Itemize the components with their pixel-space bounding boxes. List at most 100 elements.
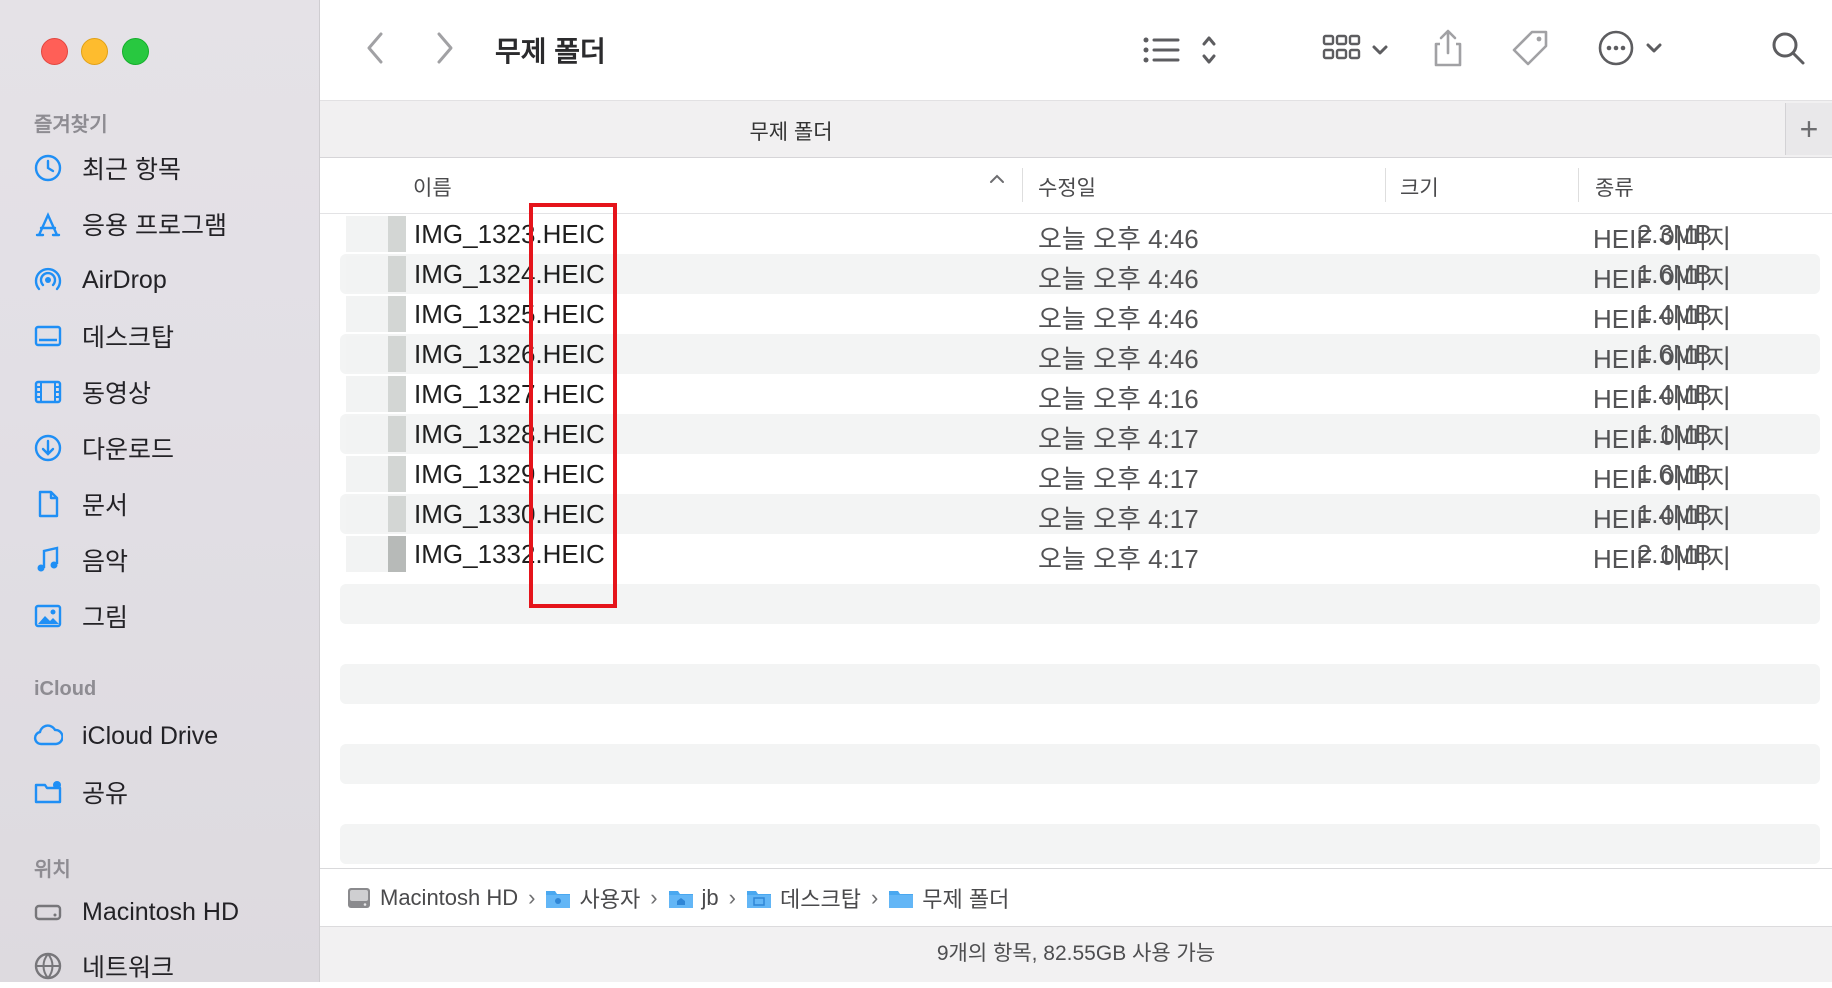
- sidebar-item-applications[interactable]: 응용 프로그램: [30, 202, 310, 246]
- tag-icon: [1512, 30, 1548, 66]
- sidebar-item-downloads[interactable]: 다운로드: [30, 426, 310, 470]
- sidebar-item-music[interactable]: 음악: [30, 538, 310, 582]
- file-date: 오늘 오후 4:17: [1038, 464, 1199, 494]
- file-row[interactable]: IMG_1324.HEIC 오늘 오후 4:46 1.6MB HEIF 이미지: [340, 254, 1820, 294]
- file-thumbnail: [346, 376, 406, 412]
- sidebar-item-icloud-drive[interactable]: iCloud Drive: [30, 714, 310, 758]
- sidebar-item-documents[interactable]: 문서: [30, 482, 310, 526]
- search-button[interactable]: [1768, 28, 1808, 68]
- column-header-size[interactable]: 크기: [1400, 172, 1439, 202]
- empty-row-stripe: [340, 664, 1820, 704]
- file-kind: HEIF 이미지: [1593, 264, 1732, 294]
- folder-icon: [546, 890, 571, 908]
- sidebar-item-shared[interactable]: 공유: [30, 770, 310, 814]
- file-thumbnail: [346, 336, 406, 372]
- sidebar-item-label: 최근 항목: [82, 156, 181, 184]
- path-separator-icon: ›: [870, 884, 879, 910]
- file-date: 오늘 오후 4:16: [1038, 384, 1199, 414]
- sidebar-item-label: 네트워크: [82, 954, 175, 982]
- file-kind: HEIF 이미지: [1593, 464, 1732, 494]
- file-date: 오늘 오후 4:46: [1038, 304, 1199, 334]
- path-label: 무제 폴더: [922, 886, 1010, 912]
- column-header: 이름 수정일 크기 종류: [320, 158, 1832, 214]
- path-separator-icon: ›: [528, 884, 536, 910]
- status-bar: 9개의 항목, 82.55GB 사용 가능: [320, 926, 1832, 982]
- column-header-modified[interactable]: 수정일: [1038, 172, 1096, 202]
- sidebar-item-macintosh-hd[interactable]: Macintosh HD: [30, 890, 310, 934]
- file-name: IMG_1328.HEIC: [414, 419, 605, 449]
- file-kind: HEIF 이미지: [1593, 544, 1732, 574]
- sidebar-item-movies[interactable]: 동영상: [30, 370, 310, 414]
- cloud-icon: [30, 718, 66, 754]
- minimize-window-button[interactable]: [81, 38, 108, 65]
- file-name: IMG_1327.HEIC: [414, 379, 605, 409]
- view-options-button[interactable]: [1142, 30, 1222, 70]
- sidebar-item-label: 데스크탑: [82, 324, 175, 352]
- sidebar-item-airdrop[interactable]: AirDrop: [30, 258, 310, 302]
- path-item-users[interactable]: 사용자: [545, 882, 640, 914]
- sidebar-item-label: 응용 프로그램: [82, 212, 227, 240]
- sidebar-item-recents[interactable]: 최근 항목: [30, 146, 310, 190]
- download-icon: [30, 430, 66, 466]
- file-kind: HEIF 이미지: [1593, 424, 1732, 454]
- file-row[interactable]: IMG_1327.HEIC 오늘 오후 4:16 1.4MB HEIF 이미지: [340, 374, 1820, 414]
- file-row[interactable]: IMG_1330.HEIC 오늘 오후 4:17 1.4MB HEIF 이미지: [340, 494, 1820, 534]
- path-label: 사용자: [579, 886, 641, 912]
- file-row[interactable]: IMG_1329.HEIC 오늘 오후 4:17 1.6MB HEIF 이미지: [340, 454, 1820, 494]
- grid-icon: [1322, 34, 1388, 60]
- file-name: IMG_1329.HEIC: [414, 459, 605, 489]
- share-button[interactable]: [1430, 26, 1466, 70]
- disk-icon: [30, 894, 66, 930]
- column-header-kind[interactable]: 종류: [1595, 172, 1634, 202]
- file-thumbnail: [346, 416, 406, 452]
- back-button[interactable]: [360, 30, 390, 66]
- path-item-home[interactable]: jb: [668, 885, 719, 911]
- path-item-macintosh-hd[interactable]: Macintosh HD: [346, 885, 518, 911]
- sidebar-item-label: 음악: [82, 548, 129, 576]
- clock-icon: [30, 150, 66, 186]
- path-item-current-folder[interactable]: 무제 폴더: [888, 882, 1009, 914]
- column-divider[interactable]: [1578, 168, 1579, 202]
- file-row[interactable]: IMG_1326.HEIC 오늘 오후 4:46 1.6MB HEIF 이미지: [340, 334, 1820, 374]
- more-actions-button[interactable]: [1596, 28, 1668, 68]
- sidebar-item-pictures[interactable]: 그림: [30, 594, 310, 638]
- path-label: jb: [701, 884, 719, 910]
- file-kind: HEIF 이미지: [1593, 304, 1732, 334]
- tab-folder[interactable]: 무제 폴더: [35, 116, 1547, 146]
- column-divider[interactable]: [1022, 168, 1023, 202]
- file-row[interactable]: IMG_1325.HEIC 오늘 오후 4:46 1.4MB HEIF 이미지: [340, 294, 1820, 334]
- group-button[interactable]: [1322, 30, 1394, 70]
- file-thumbnail: [346, 296, 406, 332]
- chevron-right-icon: [437, 32, 453, 64]
- sidebar-section-icloud: iCloud: [34, 678, 97, 700]
- fullscreen-window-button[interactable]: [122, 38, 149, 65]
- sidebar-item-desktop[interactable]: 데스크탑: [30, 314, 310, 358]
- new-tab-button[interactable]: +: [1785, 103, 1832, 155]
- sidebar-item-label: 다운로드: [82, 436, 175, 464]
- file-row[interactable]: IMG_1332.HEIC 오늘 오후 4:17 2.1MB HEIF 이미지: [340, 534, 1820, 574]
- ellipsis-circle-icon: [1598, 30, 1662, 66]
- path-item-desktop[interactable]: 데스크탑: [746, 882, 861, 914]
- file-name: IMG_1332.HEIC: [414, 539, 605, 569]
- film-icon: [30, 374, 66, 410]
- photo-icon: [30, 598, 66, 634]
- column-divider[interactable]: [1385, 168, 1386, 202]
- file-date: 오늘 오후 4:17: [1038, 424, 1199, 454]
- file-thumbnail: [346, 256, 406, 292]
- file-name: IMG_1326.HEIC: [414, 339, 605, 369]
- file-row[interactable]: IMG_1323.HEIC 오늘 오후 4:46 2.3MB HEIF 이미지: [340, 214, 1820, 254]
- file-kind: HEIF 이미지: [1593, 384, 1732, 414]
- shared-folder-icon: [30, 774, 66, 810]
- sidebar-item-network[interactable]: 네트워크: [30, 944, 310, 988]
- close-window-button[interactable]: [41, 38, 68, 65]
- file-row[interactable]: IMG_1328.HEIC 오늘 오후 4:17 1.1MB HEIF 이미지: [340, 414, 1820, 454]
- path-separator-icon: ›: [728, 884, 736, 910]
- empty-row-stripe: [340, 744, 1820, 784]
- column-header-name[interactable]: 이름: [413, 172, 452, 202]
- sidebar-item-label: Macintosh HD: [82, 897, 239, 926]
- sidebar-item-label: AirDrop: [82, 265, 167, 294]
- tag-button[interactable]: [1510, 28, 1550, 68]
- home-folder-icon: [668, 890, 693, 908]
- forward-button[interactable]: [430, 30, 460, 66]
- path-label: Macintosh HD: [380, 884, 519, 910]
